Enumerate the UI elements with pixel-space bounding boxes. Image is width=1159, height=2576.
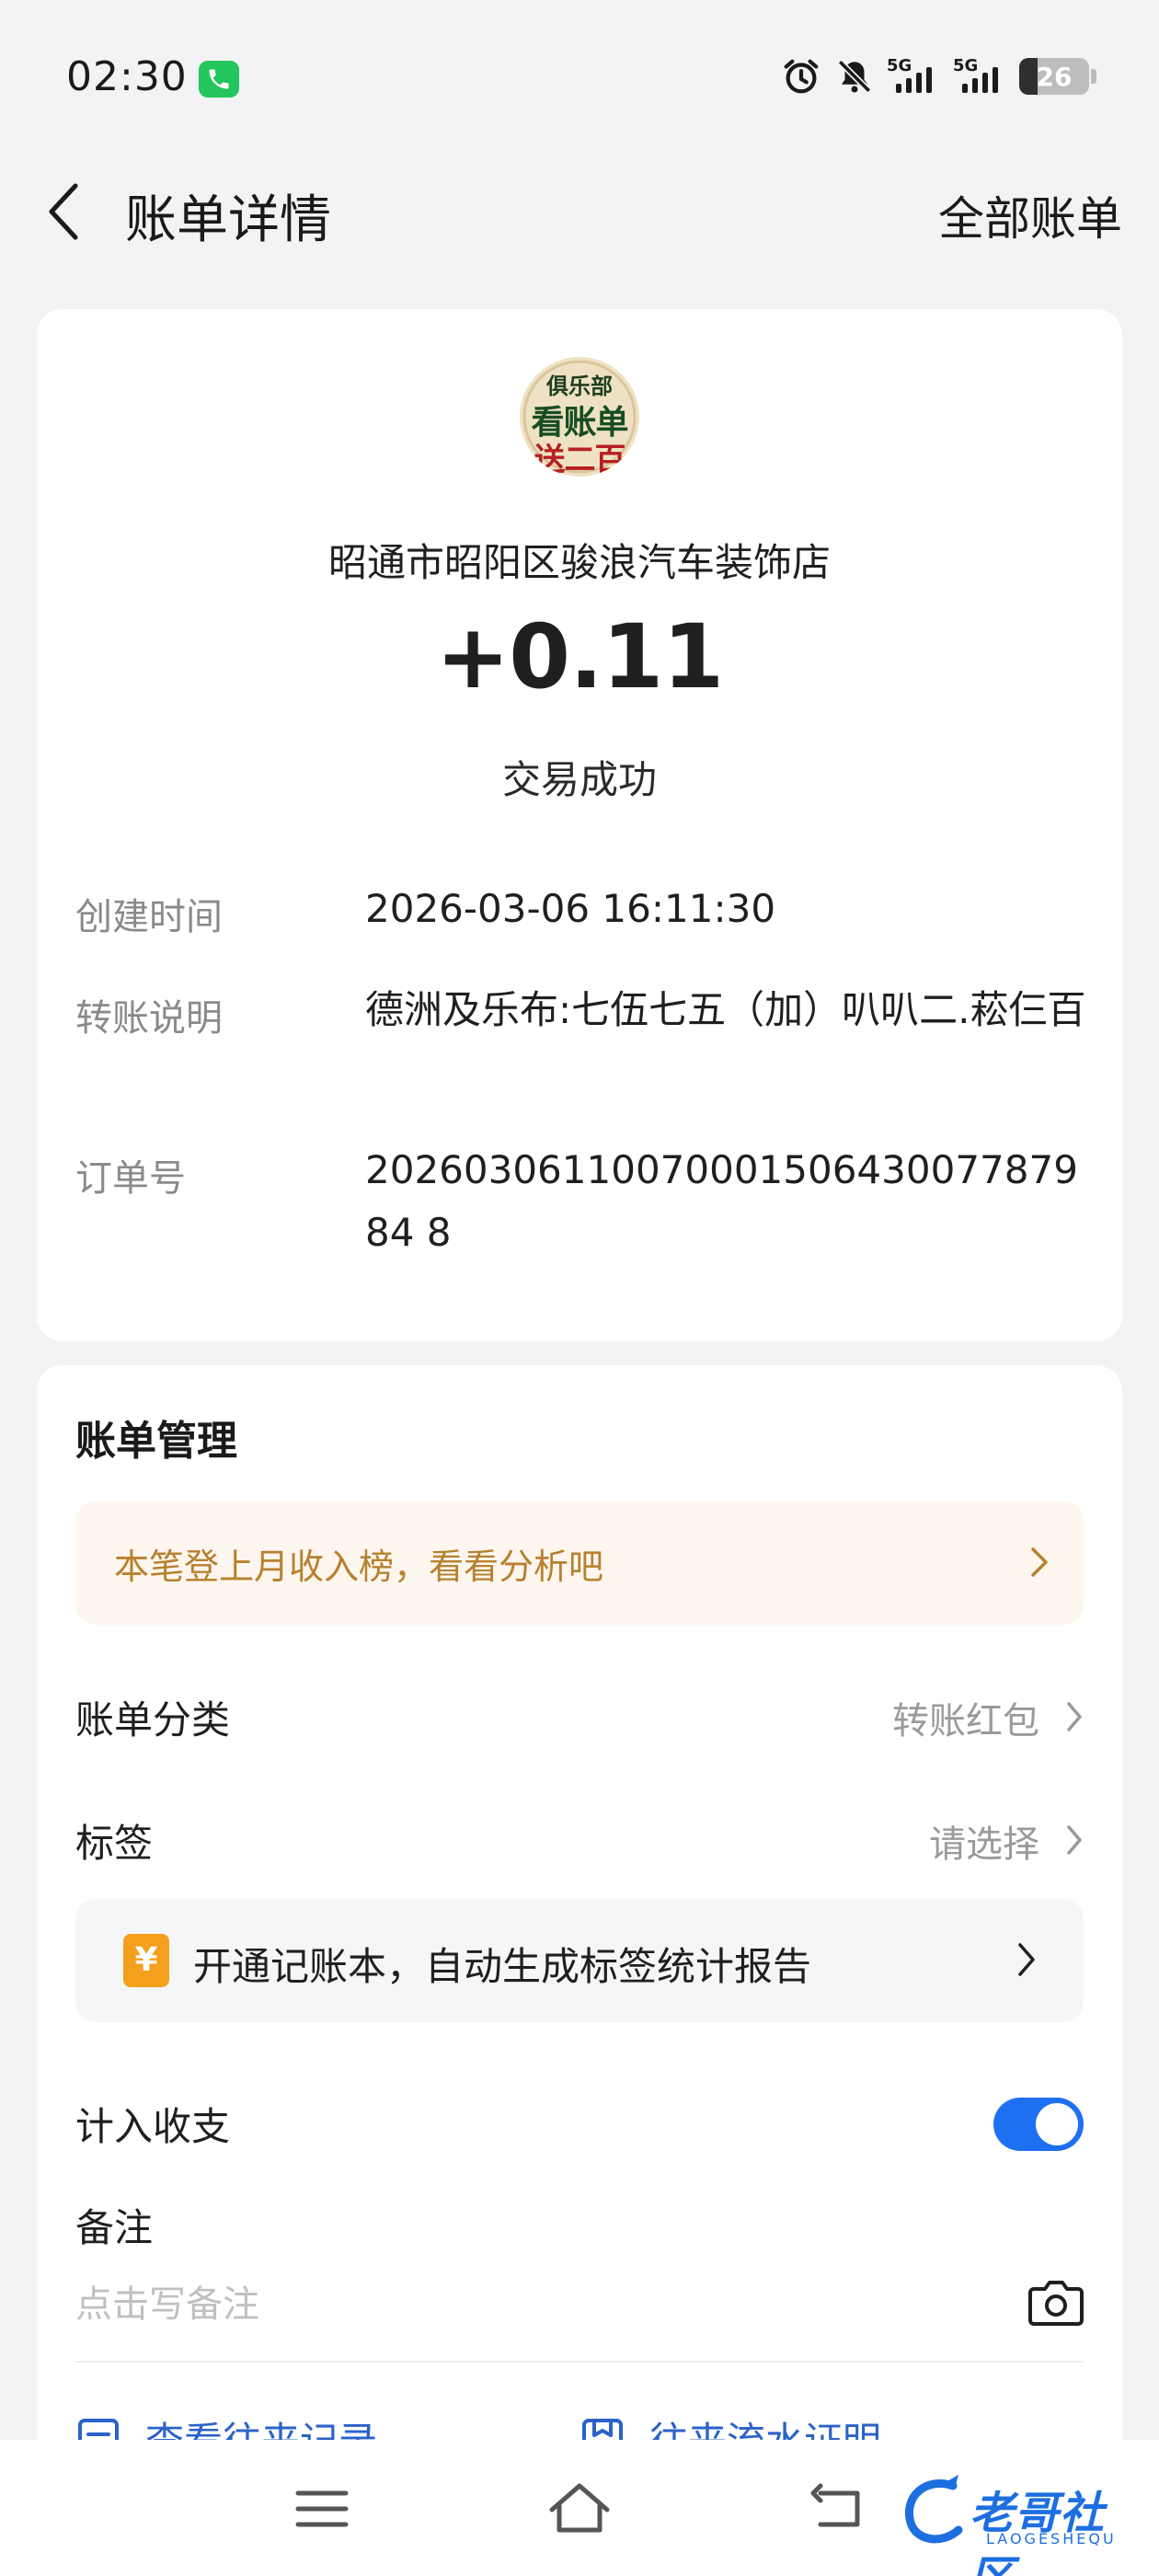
created-time-label: 创建时间 [75, 896, 223, 938]
signal-icon: 5G [887, 56, 940, 97]
merchant-logo: 俱乐部 看账单 送二百 [520, 357, 639, 477]
ledger-icon: ¥ [123, 1934, 169, 1987]
toggle-knob [1036, 2103, 1078, 2145]
order-number-label: 订单号 [75, 1157, 186, 1200]
remark-input[interactable] [75, 2272, 995, 2337]
include-toggle[interactable] [993, 2098, 1084, 2151]
watermark-text: 老哥社区 [970, 2488, 1106, 2576]
order-number-value: 2026030611007000150643007787984 8 [365, 1147, 1078, 1255]
transaction-amount: +0.11 [435, 605, 724, 708]
call-icon[interactable] [199, 61, 239, 98]
created-time-value: 2026-03-06 16:11:30 [365, 886, 776, 931]
bill-category-label: 账单分类 [75, 1697, 231, 1742]
status-icons: 5G 5G 26 [780, 55, 1096, 98]
transfer-note-label: 转账说明 [75, 997, 223, 1040]
transaction-card: 俱乐部 看账单 送二百 昭通市昭阳区骏浪汽车装饰店 +0.11 交易成功 创建时… [37, 309, 1122, 1341]
transaction-status: 交易成功 [501, 757, 657, 802]
promo-text: 本笔登上月收入榜，看看分析吧 [114, 1547, 604, 1587]
battery-level: 26 [1036, 62, 1073, 92]
chevron-right-icon [1067, 1825, 1082, 1855]
include-label: 计入收支 [75, 2104, 231, 2149]
chevron-right-icon [1018, 1943, 1035, 1976]
tag-row[interactable]: 标签 请选择 [75, 1801, 1084, 1875]
bill-category-row[interactable]: 账单分类 转账红包 [75, 1678, 1084, 1752]
battery-icon: 26 [1019, 58, 1089, 95]
chevron-right-icon [1031, 1547, 1048, 1577]
battery-tip [1091, 69, 1096, 84]
bill-category-value: 转账红包 [892, 1700, 1039, 1742]
alarm-icon [784, 59, 819, 94]
watermark-logo: 老哥社区 LAOGESHEQU [898, 2469, 1146, 2576]
all-bills-button[interactable]: 全部账单 [938, 182, 1122, 248]
back-icon[interactable] [37, 177, 92, 247]
transfer-note-value: 德洲及乐布:七伍七五（加）叭叭二.菘仨百 [365, 987, 1086, 1032]
menu-icon[interactable] [285, 2477, 359, 2541]
section-title: 账单管理 [75, 1418, 237, 1465]
remark-label: 备注 [75, 2205, 154, 2250]
bill-management-card: 账单管理 本笔登上月收入榜，看看分析吧 账单分类 转账红包 标签 请选择 ¥ 开… [37, 1365, 1122, 2576]
income-rank-banner[interactable]: 本笔登上月收入榜，看看分析吧 [75, 1501, 1084, 1625]
tag-value: 请选择 [929, 1823, 1039, 1866]
logo-text-3: 送二百 [534, 442, 626, 477]
signal-icon: 5G [953, 56, 1006, 97]
app-header: 账单详情 全部账单 [0, 156, 1159, 267]
status-time: 02:30 [66, 53, 188, 100]
merchant-name: 昭通市昭阳区骏浪汽车装饰店 [327, 540, 831, 585]
chevron-right-icon [1067, 1702, 1082, 1731]
mute-icon [837, 59, 872, 94]
page-title: 账单详情 [125, 190, 331, 250]
divider [75, 2361, 1084, 2363]
camera-icon[interactable] [1027, 2274, 1085, 2329]
open-ledger-banner[interactable]: ¥ 开通记账本，自动生成标签统计报告 [75, 1899, 1084, 2022]
watermark-subtext: LAOGESHEQU [986, 2530, 1117, 2547]
tag-label: 标签 [75, 1821, 154, 1866]
back-nav-icon[interactable] [800, 2477, 874, 2541]
status-bar: 02:30 5G 5G 26 [0, 0, 1159, 156]
ledger-text: 开通记账本，自动生成标签统计报告 [193, 1944, 812, 1989]
home-icon[interactable] [543, 2477, 616, 2541]
include-in-balance-row: 计入收支 [75, 2079, 1084, 2162]
